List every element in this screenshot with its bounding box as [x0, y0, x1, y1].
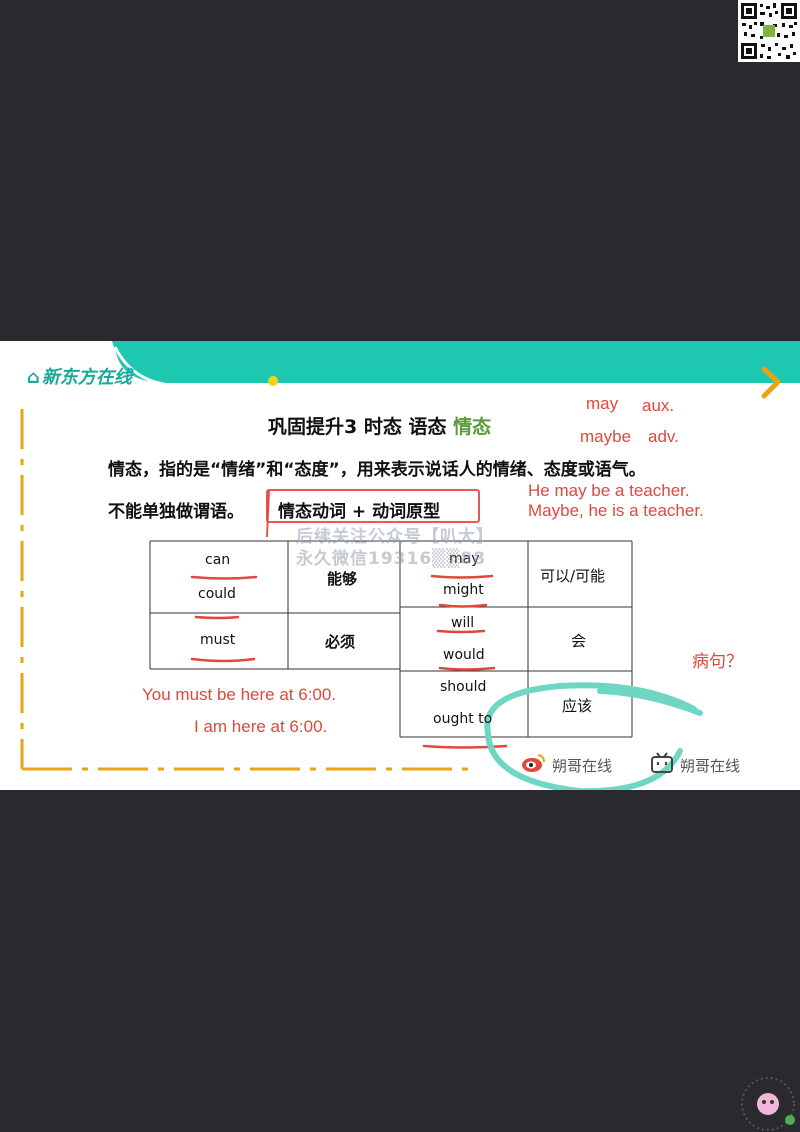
- word-will: will: [451, 615, 475, 631]
- word-can: can: [205, 552, 231, 568]
- watermark-line2: 永久微信19316▒▒88: [296, 549, 486, 569]
- qr-code: [738, 0, 800, 62]
- word-should: should: [440, 679, 487, 695]
- meaning-may: 可以/可能: [540, 567, 606, 585]
- meaning-can: 能够: [327, 570, 358, 588]
- slide: ⌂ 新东方在线 巩固提升3 时态 语态 情态 情态，指的是“情绪”和“态度”，用来…: [0, 341, 800, 790]
- weibo-handle: 朔哥在线: [552, 757, 613, 775]
- example-maybe: Maybe, he is a teacher.: [528, 501, 704, 520]
- word-could: could: [198, 586, 236, 602]
- meaning-must: 必须: [325, 633, 356, 651]
- avatar: [741, 1077, 795, 1131]
- word-ought-to: ought to: [433, 711, 493, 727]
- annotation-adv: adv.: [648, 427, 679, 446]
- formula-text: 情态动词 + 动词原型: [278, 502, 441, 522]
- title-main: 巩固提升3 时态 语态: [268, 416, 454, 438]
- bilibili-handle: 朔哥在线: [680, 757, 741, 775]
- example-am: I am here at 6:00.: [194, 717, 328, 736]
- word-must: must: [200, 632, 236, 648]
- predicate-note: 不能单独做谓语。: [108, 502, 244, 522]
- word-would: would: [443, 647, 485, 663]
- annotation-sick-sentence: 病句？: [692, 652, 743, 671]
- logo-text: 新东方在线: [41, 367, 132, 388]
- slide-title: 巩固提升3 时态 语态 情态: [268, 412, 491, 439]
- annotation-maybe: maybe: [580, 427, 632, 446]
- example-must: You must be here at 6:00.: [142, 685, 337, 704]
- annotation-aux: aux.: [642, 396, 675, 415]
- logo-icon: ⌂: [27, 367, 40, 388]
- title-highlight: 情态: [453, 416, 492, 438]
- word-might: might: [443, 582, 484, 598]
- definition-text: 情态，指的是“情绪”和“态度”，用来表示说话人的情绪、态度或语气。: [108, 460, 646, 480]
- meaning-should: 应该: [562, 697, 593, 715]
- meaning-will: 会: [571, 632, 587, 650]
- example-he-may: He may be a teacher.: [528, 481, 690, 500]
- brand-logo: ⌂ 新东方在线: [27, 363, 132, 389]
- annotation-may: may: [586, 394, 619, 413]
